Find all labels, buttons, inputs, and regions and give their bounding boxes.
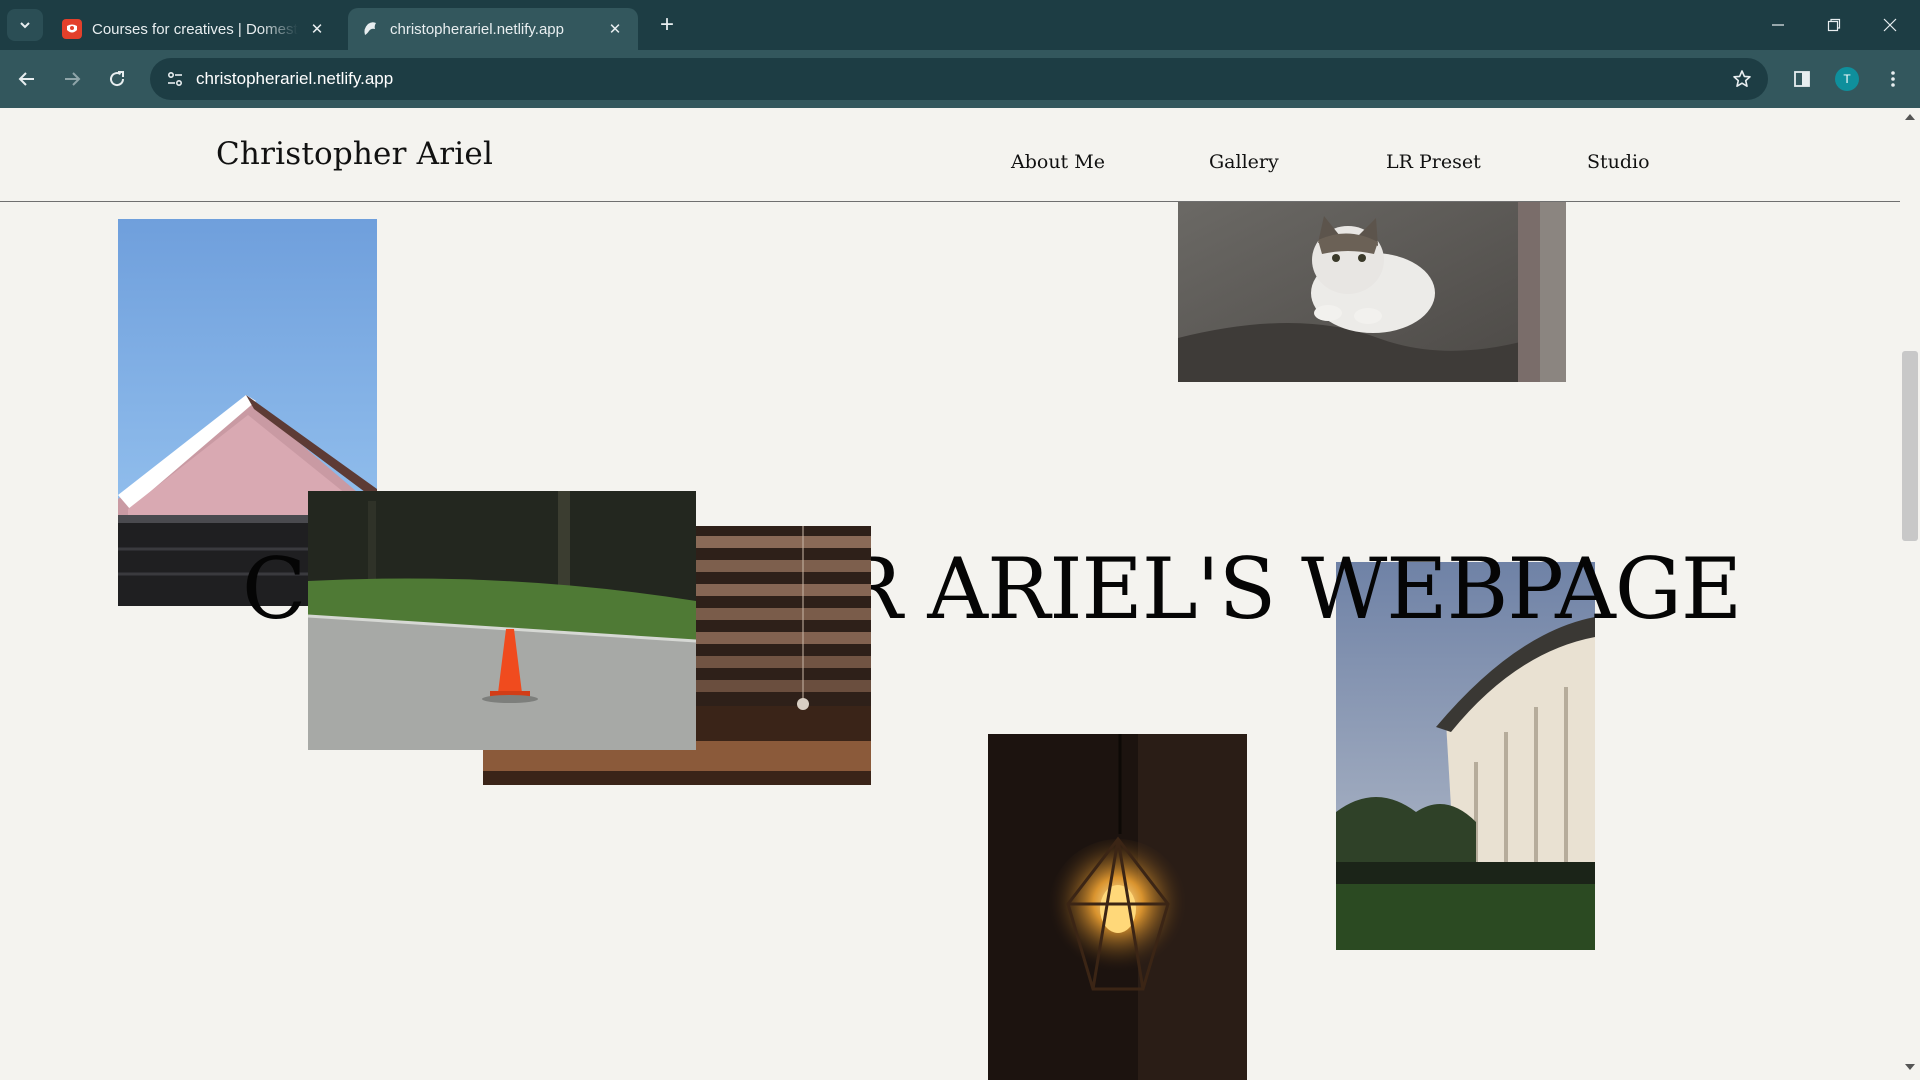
tab-domestika[interactable]: Courses for creatives | Domestika ✕ [50,8,340,50]
scroll-up-icon[interactable] [1905,114,1915,120]
tab-christopherariel[interactable]: christopherariel.netlify.app ✕ [348,8,638,50]
close-icon[interactable]: ✕ [306,18,328,40]
scroll-down-icon[interactable] [1905,1064,1915,1070]
close-icon[interactable]: ✕ [604,18,626,40]
nav-studio[interactable]: Studio [1587,151,1650,173]
star-icon [1733,70,1751,87]
bookmark-button[interactable] [1730,67,1754,91]
netlify-icon [360,19,380,39]
nav-gallery[interactable]: Gallery [1209,151,1279,173]
site-info-button[interactable] [160,64,190,94]
scrollbar-thumb[interactable] [1902,351,1918,541]
arrow-left-icon [18,72,34,86]
page-viewport: Christopher Ariel About Me Gallery LR Pr… [0,108,1920,1080]
nav-lr-preset[interactable]: LR Preset [1386,151,1481,173]
profile-avatar[interactable]: T [1835,67,1859,91]
chevron-down-icon [20,22,30,29]
hanging-bulb-photo [988,734,1247,1080]
side-panel-icon [1794,71,1810,87]
browser-tabstrip: Courses for creatives | Domestika ✕ chri… [0,0,1920,50]
address-bar[interactable]: christopherariel.netlify.app [150,58,1768,100]
forward-button[interactable] [56,63,88,95]
more-vertical-icon [1891,71,1895,87]
browser-toolbar: christopherariel.netlify.app T [0,50,1920,108]
restore-icon [1827,18,1841,32]
new-tab-button[interactable]: + [652,10,682,40]
nav-about-me[interactable]: About Me [1011,151,1105,173]
tab-title: Courses for creatives | Domestika [92,20,298,38]
tune-icon [167,71,183,87]
domestika-icon [62,19,82,39]
url-text[interactable]: christopherariel.netlify.app [196,69,393,89]
restore-button[interactable] [1806,0,1862,50]
browser-menu-button[interactable] [1878,63,1908,95]
minimize-icon [1772,24,1784,26]
reload-button[interactable] [101,63,133,95]
traffic-cone-photo [308,491,696,750]
page-scrollbar[interactable] [1900,108,1920,1080]
tab-title: christopherariel.netlify.app [390,20,564,38]
back-button[interactable] [11,63,43,95]
arrow-right-icon [65,72,81,86]
tab-search-button[interactable] [7,9,43,41]
close-icon [1883,18,1897,32]
site-brand[interactable]: Christopher Ariel [216,136,493,172]
reload-icon [110,71,125,87]
side-panel-button[interactable] [1786,63,1818,95]
minimize-button[interactable] [1750,0,1806,50]
site-header: Christopher Ariel About Me Gallery LR Pr… [0,108,1900,202]
close-window-button[interactable] [1862,0,1918,50]
cat-on-rock-photo [1178,188,1566,382]
